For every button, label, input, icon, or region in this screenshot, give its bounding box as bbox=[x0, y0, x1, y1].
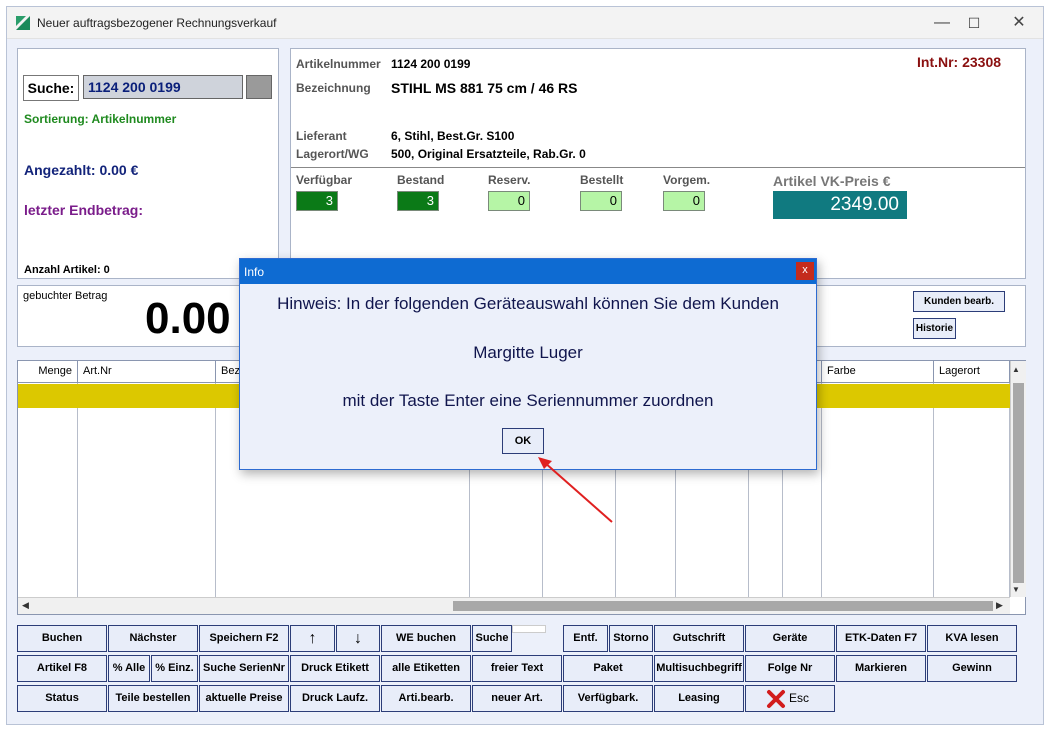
verfuegbark-button[interactable]: Verfügbark. bbox=[563, 685, 653, 712]
dialog-message-line1: Hinweis: In der folgenden Geräteauswahl … bbox=[277, 294, 779, 313]
bestellt-value: 0 bbox=[580, 191, 622, 211]
header-menge[interactable]: Menge bbox=[18, 361, 78, 383]
dialog-close-button[interactable]: x bbox=[796, 262, 814, 280]
verfuegbar-label: Verfügbar bbox=[296, 173, 353, 187]
suche-field[interactable] bbox=[512, 625, 546, 633]
search-label-button[interactable]: Suche: bbox=[23, 75, 79, 101]
kunden-bearb-button[interactable]: Kunden bearb. bbox=[913, 291, 1005, 312]
lagerort-value: 500, Original Ersatzteile, Rab.Gr. 0 bbox=[391, 147, 586, 161]
leasing-button[interactable]: Leasing bbox=[654, 685, 744, 712]
article-panel: Artikelnummer 1124 200 0199 Bezeichnung … bbox=[290, 48, 1026, 279]
search-input[interactable]: 1124 200 0199 bbox=[83, 75, 243, 99]
dialog-message-line2: Margitte Luger bbox=[473, 343, 583, 362]
horizontal-scroll-thumb[interactable] bbox=[453, 601, 993, 611]
bez-label: Bezeichnung bbox=[296, 81, 371, 95]
bez-value: STIHL MS 881 75 cm / 46 RS bbox=[391, 80, 578, 96]
historie-button[interactable]: Historie bbox=[913, 318, 956, 339]
folge-nr-button[interactable]: Folge Nr bbox=[745, 655, 835, 682]
reserv-label: Reserv. bbox=[488, 173, 531, 187]
red-x-icon bbox=[767, 690, 785, 708]
kva-lesen-button[interactable]: KVA lesen bbox=[927, 625, 1017, 652]
price-label: Artikel VK-Preis € bbox=[773, 173, 891, 189]
vertical-scroll-thumb[interactable] bbox=[1013, 383, 1024, 583]
freier-text-button[interactable]: freier Text bbox=[472, 655, 562, 682]
druck-etikett-button[interactable]: Druck Etikett bbox=[290, 655, 380, 682]
geraete-button[interactable]: Geräte bbox=[745, 625, 835, 652]
maximize-button[interactable]: ☐ bbox=[959, 13, 989, 33]
scroll-up-icon[interactable]: ▲ bbox=[1012, 365, 1020, 374]
esc-button[interactable]: Esc bbox=[745, 685, 835, 712]
paket-button[interactable]: Paket bbox=[563, 655, 653, 682]
verfuegbar-value: 3 bbox=[296, 191, 338, 211]
prozent-alle-button[interactable]: % Alle bbox=[108, 655, 150, 682]
esc-label: Esc bbox=[789, 691, 810, 705]
price-value: 2349.00 bbox=[773, 191, 907, 219]
buchen-button[interactable]: Buchen bbox=[17, 625, 107, 652]
entf-button[interactable]: Entf. bbox=[563, 625, 608, 652]
lieferant-value: 6, Stihl, Best.Gr. S100 bbox=[391, 129, 515, 143]
lagerort-label: Lagerort/WG bbox=[296, 147, 369, 161]
aktuelle-preise-button[interactable]: aktuelle Preise bbox=[199, 685, 289, 712]
arti-bearb-button[interactable]: Arti.bearb. bbox=[381, 685, 471, 712]
dialog-title-bar: Info x bbox=[240, 259, 816, 284]
minimize-button[interactable]: — bbox=[927, 13, 957, 33]
lieferant-label: Lieferant bbox=[296, 129, 347, 143]
annotation-arrow-icon bbox=[538, 457, 613, 523]
gewinn-button[interactable]: Gewinn bbox=[927, 655, 1017, 682]
sort-text: Sortierung: Artikelnummer bbox=[24, 112, 177, 126]
artnr-label: Artikelnummer bbox=[296, 57, 381, 71]
anzahl-artikel-text: Anzahl Artikel: 0 bbox=[24, 264, 110, 276]
neuer-art-button[interactable]: neuer Art. bbox=[472, 685, 562, 712]
arrow-up-button[interactable]: ↑ bbox=[290, 625, 335, 652]
title-bar: Neuer auftragsbezogener Rechnungsverkauf… bbox=[7, 7, 1043, 39]
multisuchbegriff-button[interactable]: Multisuchbegriff bbox=[654, 655, 744, 682]
search-panel: Suche: 1124 200 0199 Sortierung: Artikel… bbox=[17, 48, 279, 279]
arrow-down-button[interactable]: ↓ bbox=[336, 625, 380, 652]
suche-button[interactable]: Suche bbox=[472, 625, 512, 652]
info-dialog: Info x Hinweis: In der folgenden Gerätea… bbox=[239, 258, 817, 470]
header-lagerort[interactable]: Lagerort bbox=[934, 361, 1010, 383]
vorgem-label: Vorgem. bbox=[663, 173, 711, 187]
reserv-value: 0 bbox=[488, 191, 530, 211]
window-title: Neuer auftragsbezogener Rechnungsverkauf bbox=[37, 16, 277, 30]
vorgem-value: 0 bbox=[663, 191, 705, 211]
we-buchen-button[interactable]: WE buchen bbox=[381, 625, 471, 652]
scroll-down-icon[interactable]: ▼ bbox=[1012, 585, 1020, 594]
letzter-endbetrag-text: letzter Endbetrag: bbox=[24, 202, 144, 218]
druck-laufz-button[interactable]: Druck Laufz. bbox=[290, 685, 380, 712]
artnr-value: 1124 200 0199 bbox=[391, 57, 471, 71]
dialog-message-line3: mit der Taste Enter eine Seriennummer zu… bbox=[342, 391, 714, 410]
booked-label: gebuchter Betrag bbox=[23, 290, 108, 302]
prozent-einz-button[interactable]: % Einz. bbox=[151, 655, 198, 682]
storno-button[interactable]: Storno bbox=[609, 625, 653, 652]
angezahlt-text: Angezahlt: 0.00 € bbox=[24, 162, 139, 178]
speichern-button[interactable]: Speichern F2 bbox=[199, 625, 289, 652]
teile-bestellen-button[interactable]: Teile bestellen bbox=[108, 685, 198, 712]
bestellt-label: Bestellt bbox=[580, 173, 624, 187]
booked-value: 0.00 bbox=[145, 294, 231, 343]
status-button[interactable]: Status bbox=[17, 685, 107, 712]
bestand-label: Bestand bbox=[397, 173, 445, 187]
search-go-button[interactable] bbox=[246, 75, 272, 99]
scroll-left-icon[interactable]: ◀ bbox=[22, 600, 29, 611]
bestand-value: 3 bbox=[397, 191, 439, 211]
close-window-button[interactable]: ✕ bbox=[1004, 13, 1034, 33]
dialog-title: Info bbox=[244, 265, 265, 279]
divider bbox=[291, 167, 1025, 168]
suche-seriennr-button[interactable]: Suche SerienNr bbox=[199, 655, 289, 682]
scroll-right-icon[interactable]: ▶ bbox=[996, 600, 1003, 611]
markieren-button[interactable]: Markieren bbox=[836, 655, 926, 682]
gutschrift-button[interactable]: Gutschrift bbox=[654, 625, 744, 652]
header-farbe[interactable]: Farbe bbox=[822, 361, 934, 383]
etk-daten-button[interactable]: ETK-Daten F7 bbox=[836, 625, 926, 652]
naechster-button[interactable]: Nächster bbox=[108, 625, 198, 652]
app-logo-icon bbox=[16, 16, 30, 30]
int-nr: Int.Nr: 23308 bbox=[917, 54, 1002, 70]
artikel-f8-button[interactable]: Artikel F8 bbox=[17, 655, 107, 682]
header-artnr[interactable]: Art.Nr bbox=[78, 361, 216, 383]
alle-etiketten-button[interactable]: alle Etiketten bbox=[381, 655, 471, 682]
